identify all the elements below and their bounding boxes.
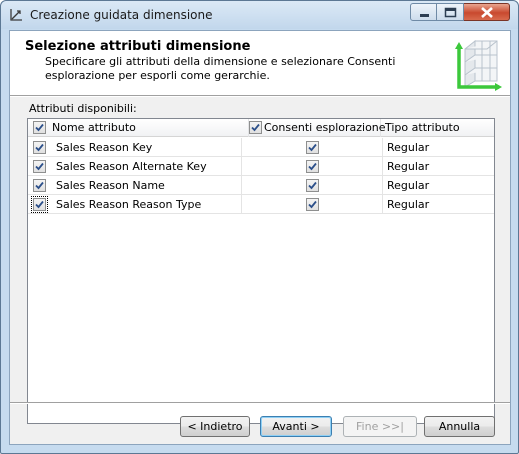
attribute-name: Sales Reason Alternate Key bbox=[56, 160, 207, 173]
close-button[interactable] bbox=[464, 3, 510, 21]
minimize-button[interactable] bbox=[410, 3, 437, 21]
wizard-body: Selezione attributi dimensione Specifica… bbox=[9, 30, 511, 445]
checkmark-icon bbox=[35, 200, 44, 209]
checkmark-icon bbox=[308, 143, 317, 152]
column-label-browse: Consenti esplorazione bbox=[264, 121, 386, 134]
browse-cell bbox=[242, 157, 383, 176]
maximize-icon bbox=[444, 7, 457, 18]
attribute-name: Sales Reason Reason Type bbox=[56, 198, 202, 211]
checkmark-icon bbox=[308, 162, 317, 171]
browse-checkbox[interactable] bbox=[306, 179, 319, 192]
name-cell: Sales Reason Name bbox=[28, 176, 242, 195]
checkmark-icon bbox=[35, 143, 44, 152]
checkmark-icon bbox=[308, 181, 317, 190]
type-cell[interactable]: Regular bbox=[383, 138, 494, 157]
maximize-button[interactable] bbox=[437, 3, 464, 21]
table-row[interactable]: Sales Reason Reason Type Regular bbox=[28, 195, 494, 214]
page-title: Selezione attributi dimensione bbox=[25, 39, 251, 54]
browse-cell bbox=[242, 138, 383, 157]
header-divider bbox=[10, 95, 510, 97]
checkmark-icon bbox=[308, 200, 317, 209]
close-icon bbox=[481, 7, 493, 18]
attribute-checkbox[interactable] bbox=[33, 141, 46, 154]
back-button[interactable]: < Indietro bbox=[180, 416, 250, 437]
browse-checkbox[interactable] bbox=[306, 141, 319, 154]
checkmark-icon bbox=[35, 123, 44, 132]
attributes-grid[interactable]: Nome attributo Consenti esplorazione Tip… bbox=[27, 118, 495, 424]
table-row[interactable]: Sales Reason Alternate Key Regular bbox=[28, 157, 494, 176]
type-cell[interactable]: Regular bbox=[383, 195, 494, 214]
browse-cell bbox=[242, 195, 383, 214]
wizard-header: Selezione attributi dimensione Specifica… bbox=[10, 31, 510, 95]
checkmark-icon bbox=[35, 181, 44, 190]
type-cell[interactable]: Regular bbox=[383, 157, 494, 176]
attribute-type: Regular bbox=[387, 141, 430, 154]
table-row[interactable]: Sales Reason Name Regular bbox=[28, 176, 494, 195]
column-header-type[interactable]: Tipo attributo bbox=[381, 119, 494, 137]
title-bar[interactable]: Creazione guidata dimensione bbox=[1, 1, 518, 29]
attribute-checkbox[interactable] bbox=[31, 196, 48, 213]
dimension-cube-icon bbox=[453, 35, 503, 91]
attribute-checkbox[interactable] bbox=[33, 179, 46, 192]
next-button[interactable]: Avanti > bbox=[260, 416, 332, 437]
attribute-checkbox[interactable] bbox=[33, 160, 46, 173]
name-cell: Sales Reason Reason Type bbox=[28, 195, 242, 214]
finish-button[interactable]: Fine >>| bbox=[343, 416, 417, 437]
page-description: Specificare gli attributi della dimensio… bbox=[45, 55, 396, 82]
browse-all-checkbox[interactable] bbox=[249, 121, 262, 134]
browse-checkbox[interactable] bbox=[306, 160, 319, 173]
attribute-name: Sales Reason Key bbox=[56, 141, 153, 154]
column-label-name: Nome attributo bbox=[52, 121, 136, 134]
wizard-icon bbox=[9, 8, 23, 22]
checkmark-icon bbox=[35, 162, 44, 171]
attribute-type: Regular bbox=[387, 179, 430, 192]
browse-cell bbox=[242, 176, 383, 195]
name-cell: Sales Reason Alternate Key bbox=[28, 157, 242, 176]
wizard-window: Creazione guidata dimensione Selezione a… bbox=[0, 0, 519, 454]
window-title: Creazione guidata dimensione bbox=[30, 8, 213, 22]
table-row[interactable]: Sales Reason Key Regular bbox=[28, 138, 494, 157]
checkmark-icon bbox=[251, 123, 260, 132]
type-cell[interactable]: Regular bbox=[383, 176, 494, 195]
footer-divider bbox=[10, 402, 510, 404]
attribute-type: Regular bbox=[387, 160, 430, 173]
name-cell: Sales Reason Key bbox=[28, 138, 242, 157]
browse-checkbox[interactable] bbox=[306, 198, 319, 211]
column-label-type: Tipo attributo bbox=[385, 121, 460, 134]
column-header-name[interactable]: Nome attributo bbox=[28, 119, 249, 137]
cancel-button[interactable]: Annulla bbox=[424, 416, 495, 437]
column-header-browse[interactable]: Consenti esplorazione bbox=[249, 119, 386, 137]
available-attributes-label: Attributi disponibili: bbox=[29, 102, 137, 115]
minimize-icon bbox=[420, 14, 429, 17]
attribute-name: Sales Reason Name bbox=[56, 179, 165, 192]
select-all-checkbox[interactable] bbox=[33, 121, 46, 134]
grid-header: Nome attributo Consenti esplorazione Tip… bbox=[28, 119, 494, 137]
attribute-type: Regular bbox=[387, 198, 430, 211]
